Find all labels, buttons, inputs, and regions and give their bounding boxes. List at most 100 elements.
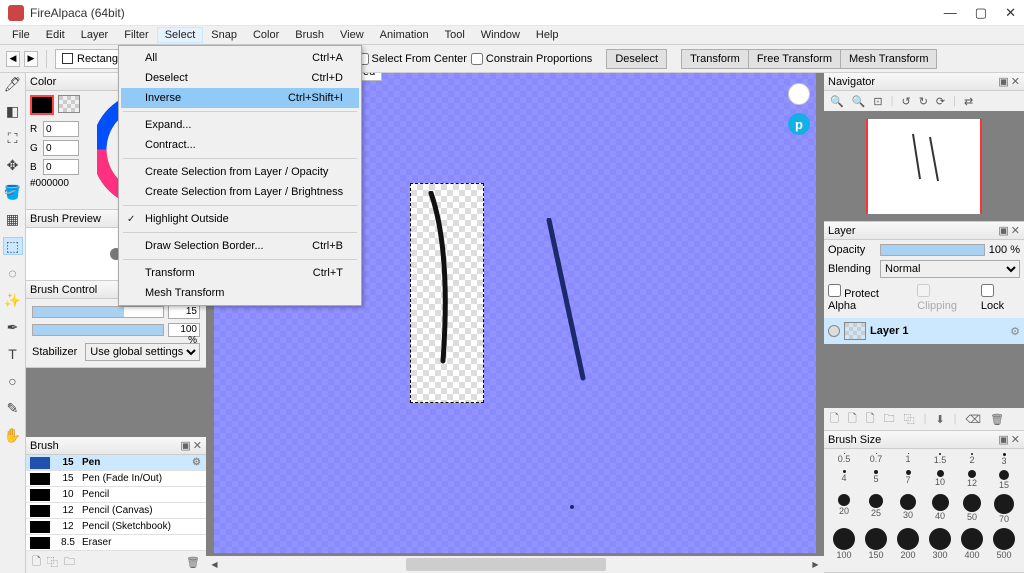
blending-select[interactable]: Normal: [880, 260, 1020, 278]
brush-size-400[interactable]: 400: [958, 528, 986, 560]
navigator-view[interactable]: [868, 119, 980, 214]
menuitem-highlight-outside[interactable]: ✓Highlight Outside: [121, 209, 359, 229]
menuitem-create-selection-from-layer-opacity[interactable]: Create Selection from Layer / Opacity: [121, 162, 359, 182]
menu-window[interactable]: Window: [473, 27, 528, 43]
h-scrollbar[interactable]: ◀ ▶: [206, 556, 824, 573]
brush-size-15[interactable]: 15: [990, 470, 1018, 490]
brush-size-150[interactable]: 150: [862, 528, 890, 560]
dup-brush-icon[interactable]: ⿻: [47, 554, 58, 570]
new-brush-icon[interactable]: 🗋: [32, 553, 41, 572]
close-button[interactable]: ✕: [1005, 5, 1016, 21]
brush-size-2[interactable]: 2: [958, 453, 986, 466]
merge-icon[interactable]: ⬇: [935, 413, 944, 426]
brush-size-12[interactable]: 12: [958, 470, 986, 490]
brush-row[interactable]: 8.5Eraser: [26, 535, 206, 551]
rotate-ccw-icon[interactable]: ↺: [901, 95, 910, 108]
minimize-button[interactable]: —: [944, 5, 957, 21]
brush-size-300[interactable]: 300: [926, 528, 954, 560]
layer-visibility-toggle[interactable]: [828, 325, 840, 337]
menuitem-all[interactable]: AllCtrl+A: [121, 48, 359, 68]
flip-icon[interactable]: ⇄: [964, 95, 973, 108]
brush-size-7[interactable]: 7: [894, 470, 922, 490]
menu-brush[interactable]: Brush: [287, 27, 332, 43]
zoom-in-icon[interactable]: 🔍: [852, 95, 866, 108]
new-layer-8bit-icon[interactable]: 🗋: [848, 410, 857, 429]
rotate-cw-icon[interactable]: ↻: [919, 95, 928, 108]
brush-size-100[interactable]: 100: [830, 528, 858, 560]
brush-size-slider[interactable]: [32, 306, 164, 318]
menuitem-contract-[interactable]: Contract...: [121, 135, 359, 155]
select-from-center-checkbox[interactable]: Select From Center: [357, 53, 467, 65]
text-tool[interactable]: T: [3, 345, 23, 363]
wand-tool[interactable]: ✨: [3, 291, 23, 309]
brush-size-3[interactable]: 3: [990, 453, 1018, 466]
background-swatch[interactable]: [58, 95, 80, 113]
clipping-checkbox[interactable]: Clipping: [917, 284, 973, 312]
brush-size-40[interactable]: 40: [926, 494, 954, 524]
select-tool[interactable]: ⬚: [3, 237, 23, 255]
maximize-button[interactable]: ▢: [975, 5, 987, 21]
stabilizer-select[interactable]: Use global settings: [85, 343, 200, 361]
menuitem-inverse[interactable]: InverseCtrl+Shift+I: [121, 88, 359, 108]
eyedropper-tool[interactable]: ✎: [3, 399, 23, 417]
r-input[interactable]: [43, 121, 79, 137]
move-tool[interactable]: ✥: [3, 156, 23, 174]
menu-help[interactable]: Help: [528, 27, 567, 43]
menu-edit[interactable]: Edit: [38, 27, 73, 43]
shape-tool[interactable]: ○: [3, 372, 23, 390]
brush-size-0.5[interactable]: 0.5: [830, 453, 858, 466]
eraser-tool[interactable]: ◧: [3, 102, 23, 120]
select-menu-dropdown[interactable]: AllCtrl+ADeselectCtrl+DInverseCtrl+Shift…: [118, 45, 362, 306]
mascot-badge[interactable]: [788, 83, 810, 105]
menuitem-expand-[interactable]: Expand...: [121, 115, 359, 135]
menuitem-create-selection-from-layer-brightness[interactable]: Create Selection from Layer / Brightness: [121, 182, 359, 202]
brush-size-0.7[interactable]: 0.7: [862, 453, 890, 466]
menuitem-transform[interactable]: TransformCtrl+T: [121, 263, 359, 283]
foreground-swatch[interactable]: [30, 95, 54, 115]
free-transform-button[interactable]: Free Transform: [749, 49, 841, 69]
hand-tool[interactable]: ✋: [3, 426, 23, 444]
brush-row[interactable]: 15Pen⚙: [26, 455, 206, 471]
brush-opacity-value[interactable]: 100 %: [168, 323, 200, 337]
menu-animation[interactable]: Animation: [372, 27, 437, 43]
zoom-out-icon[interactable]: 🔍: [830, 95, 844, 108]
constrain-proportions-checkbox[interactable]: Constrain Proportions: [471, 53, 592, 65]
menu-color[interactable]: Color: [245, 27, 287, 43]
brush-size-70[interactable]: 70: [990, 494, 1018, 524]
brush-opacity-slider[interactable]: [32, 324, 164, 336]
brush-row[interactable]: 10Pencil: [26, 487, 206, 503]
brush-size-500[interactable]: 500: [990, 528, 1018, 560]
smudge-tool[interactable]: ⛶: [3, 129, 23, 147]
fit-icon[interactable]: ⊡: [873, 95, 882, 108]
layer-item[interactable]: Layer 1 ⚙: [824, 318, 1024, 344]
pixiv-badge[interactable]: p: [788, 113, 810, 135]
reset-rotation-icon[interactable]: ⟳: [936, 95, 945, 108]
menu-view[interactable]: View: [332, 27, 372, 43]
lock-checkbox[interactable]: Lock: [981, 284, 1020, 312]
brush-size-1[interactable]: 1: [894, 453, 922, 466]
brush-size-20[interactable]: 20: [830, 494, 858, 524]
pen-tool[interactable]: ✒: [3, 318, 23, 336]
brush-size-value[interactable]: 15: [168, 305, 200, 319]
menu-layer[interactable]: Layer: [73, 27, 117, 43]
clear-icon[interactable]: ⌫: [966, 413, 982, 426]
folder-icon[interactable]: 🗀: [64, 553, 75, 572]
new-folder-icon[interactable]: 🗀: [884, 410, 895, 429]
transform-button[interactable]: Transform: [681, 49, 749, 69]
g-input[interactable]: [43, 140, 79, 156]
brush-size-200[interactable]: 200: [894, 528, 922, 560]
brush-row[interactable]: 15Pen (Fade In/Out): [26, 471, 206, 487]
delete-layer-icon[interactable]: 🗑: [990, 413, 1004, 426]
brush-size-1.5[interactable]: 1.5: [926, 453, 954, 466]
gear-icon[interactable]: ⚙: [1010, 325, 1020, 338]
menu-tool[interactable]: Tool: [437, 27, 473, 43]
deselect-button[interactable]: Deselect: [606, 49, 667, 69]
lasso-tool[interactable]: ◌: [3, 264, 23, 282]
next-button[interactable]: ▶: [24, 51, 38, 67]
menuitem-deselect[interactable]: DeselectCtrl+D: [121, 68, 359, 88]
brush-tool[interactable]: 🖊: [3, 75, 23, 93]
dup-layer-icon[interactable]: ⿻: [904, 411, 915, 427]
new-layer-icon[interactable]: 🗋: [830, 410, 839, 429]
brush-size-4[interactable]: 4: [830, 470, 858, 490]
layer-opacity-slider[interactable]: [880, 244, 985, 256]
